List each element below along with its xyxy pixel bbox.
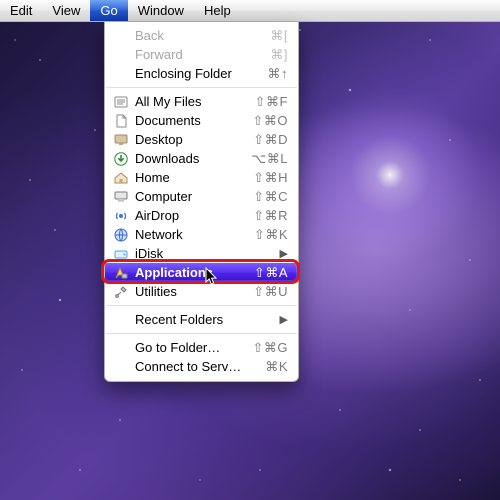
menu-item-network[interactable]: Network ⇧⌘K xyxy=(105,225,298,244)
menubar: Edit View Go Window Help xyxy=(0,0,500,22)
menu-shortcut: ⇧⌘U xyxy=(248,284,288,300)
menu-shortcut: ⌘] xyxy=(248,47,288,63)
menubar-label: Edit xyxy=(10,3,32,18)
menu-item-enclosing-folder[interactable]: Enclosing Folder ⌘↑ xyxy=(105,64,298,83)
menubar-item-go[interactable]: Go xyxy=(90,0,127,21)
menubar-label: Window xyxy=(138,3,184,18)
menu-label: iDisk xyxy=(135,246,274,261)
menu-shortcut: ⇧⌘A xyxy=(248,265,288,281)
menu-item-idisk[interactable]: iDisk ▶ xyxy=(105,244,298,263)
submenu-arrow-icon: ▶ xyxy=(274,313,288,326)
menu-shortcut: ⇧⌘D xyxy=(248,132,288,148)
menu-item-recent-folders[interactable]: Recent Folders ▶ xyxy=(105,310,298,329)
menu-separator xyxy=(106,305,297,306)
menu-item-utilities[interactable]: Utilities ⇧⌘U xyxy=(105,282,298,301)
menu-label: Applications xyxy=(135,265,248,280)
menubar-label: Help xyxy=(204,3,231,18)
menu-shortcut: ⇧⌘G xyxy=(248,340,288,356)
menu-item-desktop[interactable]: Desktop ⇧⌘D xyxy=(105,130,298,149)
desktop-icon xyxy=(113,132,129,148)
idisk-icon xyxy=(113,246,129,262)
menu-shortcut: ⇧⌘R xyxy=(248,208,288,224)
menu-label: Connect to Server… xyxy=(135,359,248,374)
menu-label: Forward xyxy=(135,47,248,62)
menu-label: Back xyxy=(135,28,248,43)
menubar-item-edit[interactable]: Edit xyxy=(0,0,42,21)
menubar-item-view[interactable]: View xyxy=(42,0,90,21)
documents-icon xyxy=(113,113,129,129)
menu-item-connect-to-server[interactable]: Connect to Server… ⌘K xyxy=(105,357,298,376)
spacer-icon xyxy=(113,359,129,375)
menu-label: Computer xyxy=(135,189,248,204)
spacer-icon xyxy=(113,47,129,63)
menu-item-home[interactable]: Home ⇧⌘H xyxy=(105,168,298,187)
menubar-label: View xyxy=(52,3,80,18)
submenu-arrow-icon: ▶ xyxy=(274,247,288,260)
menu-label: All My Files xyxy=(135,94,248,109)
airdrop-icon xyxy=(113,208,129,224)
home-icon xyxy=(113,170,129,186)
menu-separator xyxy=(106,333,297,334)
menu-shortcut: ⇧⌘K xyxy=(248,227,288,243)
downloads-icon xyxy=(113,151,129,167)
spacer-icon xyxy=(113,340,129,356)
menu-label: Desktop xyxy=(135,132,248,147)
menu-item-documents[interactable]: Documents ⇧⌘O xyxy=(105,111,298,130)
menu-shortcut: ⇧⌘H xyxy=(248,170,288,186)
all-my-files-icon xyxy=(113,94,129,110)
computer-icon xyxy=(113,189,129,205)
menubar-item-help[interactable]: Help xyxy=(194,0,241,21)
spacer-icon xyxy=(113,66,129,82)
menu-label: Utilities xyxy=(135,284,248,299)
network-icon xyxy=(113,227,129,243)
menu-shortcut: ⇧⌘F xyxy=(248,94,288,110)
menu-shortcut: ⌘K xyxy=(248,359,288,375)
menu-item-computer[interactable]: Computer ⇧⌘C xyxy=(105,187,298,206)
menu-label: Go to Folder… xyxy=(135,340,248,355)
menu-label: Network xyxy=(135,227,248,242)
menu-item-forward: Forward ⌘] xyxy=(105,45,298,64)
menu-item-back: Back ⌘[ xyxy=(105,26,298,45)
menu-shortcut: ⇧⌘O xyxy=(248,113,288,129)
menu-item-go-to-folder[interactable]: Go to Folder… ⇧⌘G xyxy=(105,338,298,357)
menu-shortcut: ⇧⌘C xyxy=(248,189,288,205)
menu-shortcut: ⌥⌘L xyxy=(248,151,288,167)
menu-shortcut: ⌘[ xyxy=(248,28,288,44)
applications-icon xyxy=(113,265,129,281)
menu-item-all-my-files[interactable]: All My Files ⇧⌘F xyxy=(105,92,298,111)
menu-separator xyxy=(106,87,297,88)
menu-item-downloads[interactable]: Downloads ⌥⌘L xyxy=(105,149,298,168)
menu-item-applications[interactable]: Applications ⇧⌘A xyxy=(105,263,298,282)
menu-shortcut: ⌘↑ xyxy=(248,66,288,82)
menu-label: Downloads xyxy=(135,151,248,166)
utilities-icon xyxy=(113,284,129,300)
menu-label: AirDrop xyxy=(135,208,248,223)
menu-label: Home xyxy=(135,170,248,185)
menu-label: Enclosing Folder xyxy=(135,66,248,81)
spacer-icon xyxy=(113,312,129,328)
menubar-label: Go xyxy=(100,3,117,18)
menubar-item-window[interactable]: Window xyxy=(128,0,194,21)
spacer-icon xyxy=(113,28,129,44)
menu-label: Recent Folders xyxy=(135,312,274,327)
go-menu: Back ⌘[ Forward ⌘] Enclosing Folder ⌘↑ A… xyxy=(104,22,299,382)
menu-label: Documents xyxy=(135,113,248,128)
menu-item-airdrop[interactable]: AirDrop ⇧⌘R xyxy=(105,206,298,225)
